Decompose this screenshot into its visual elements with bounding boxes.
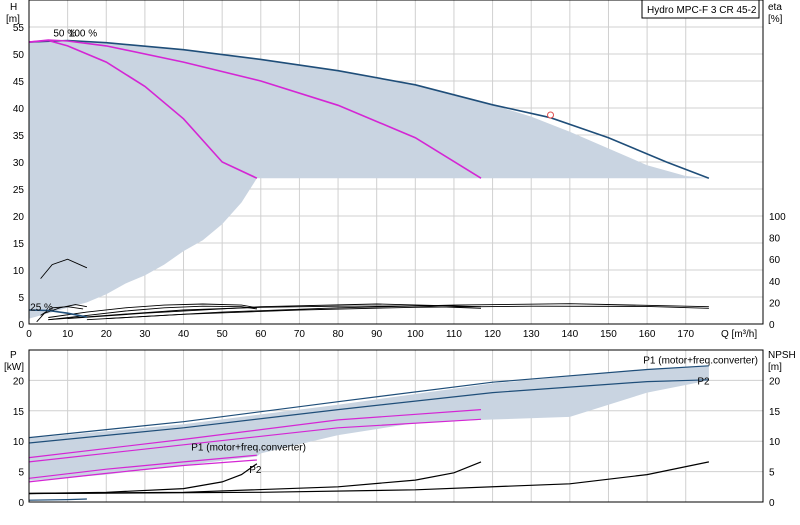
- q-tick-label: 0: [26, 329, 32, 340]
- p-tick-label: 10: [13, 437, 25, 448]
- q-tick-label: 70: [294, 329, 306, 340]
- npsh-tick-label: 10: [769, 437, 781, 448]
- speed-label: 100 %: [69, 29, 97, 40]
- h-tick-label: 20: [13, 212, 25, 223]
- q-tick-label: 150: [600, 329, 617, 340]
- y-axis-label: H: [10, 2, 17, 13]
- eta-tick-label: 40: [769, 277, 781, 288]
- q-tick-label: 20: [101, 329, 113, 340]
- h-tick-label: 5: [18, 293, 24, 304]
- q-tick-label: 40: [178, 329, 190, 340]
- npsh-tick-label: 5: [769, 468, 775, 479]
- chart-title: Hydro MPC-F 3 CR 45-2: [647, 5, 757, 16]
- h-tick-label: 50: [13, 50, 25, 61]
- p-axis-unit: [kW]: [4, 362, 24, 373]
- q-tick-label: 60: [255, 329, 267, 340]
- y-axis-unit: [m]: [6, 14, 20, 25]
- npsh-tick-label: 0: [769, 498, 775, 509]
- chart-canvas: 50 % 100 % 25 % 0 5 10 15 20 25 30 35 40 45 50 55 0 20 4…: [0, 0, 800, 520]
- h-tick-label: 0: [18, 320, 24, 331]
- h-tick-label: 10: [13, 266, 25, 277]
- q-tick-label: 170: [677, 329, 694, 340]
- q-tick-label: 140: [561, 329, 578, 340]
- power-curve-label: P1 (motor+freq.converter): [191, 442, 306, 453]
- p-tick-label: 20: [13, 376, 25, 387]
- y2-axis-unit: [%]: [768, 14, 783, 25]
- q-tick-label: 90: [371, 329, 383, 340]
- h-tick-label: 30: [13, 158, 25, 169]
- h-tick-label: 40: [13, 104, 25, 115]
- x-axis-label: Q [m³/h]: [721, 329, 757, 340]
- pump-curve-chart: 50 %100 %25 % 05101520253035404550550204…: [4, 0, 796, 509]
- eta-tick-label: 0: [769, 320, 775, 331]
- power-curve-label: P2: [249, 465, 262, 476]
- q-tick-label: 110: [446, 329, 462, 340]
- power-curve-label: P1 (motor+freq.converter): [643, 355, 758, 366]
- h-tick-label: 25: [13, 185, 25, 196]
- q-tick-label: 160: [639, 329, 656, 340]
- h-tick-label: 15: [13, 239, 25, 250]
- q-tick-label: 80: [332, 329, 344, 340]
- q-tick-label: 10: [62, 329, 74, 340]
- operating-area: [29, 40, 709, 319]
- q-tick-label: 50: [217, 329, 229, 340]
- q-tick-label: 130: [523, 329, 540, 340]
- top-operating-area: [29, 40, 709, 319]
- power-curve-label: P2: [697, 377, 710, 388]
- eta-tick-label: 20: [769, 298, 781, 309]
- npsh-tick-label: 15: [769, 407, 781, 418]
- eta-tick-label: 60: [769, 255, 781, 266]
- npsh-tick-label: 20: [769, 376, 781, 387]
- h-tick-label: 45: [13, 77, 25, 88]
- eta-tick-label: 100: [769, 212, 786, 223]
- power-area: [29, 366, 709, 481]
- duty-point-marker: [547, 111, 555, 119]
- h-tick-label: 35: [13, 131, 25, 142]
- y2-axis-label: eta: [768, 2, 782, 13]
- power-curve: [28, 498, 87, 501]
- p-tick-label: 5: [18, 468, 24, 479]
- p-tick-label: 0: [18, 498, 24, 509]
- q-tick-label: 30: [139, 329, 151, 340]
- q-tick-label: 100: [407, 329, 424, 340]
- speed-label: 25 %: [30, 303, 53, 314]
- q-tick-label: 120: [484, 329, 501, 340]
- p-axis-label: P: [10, 350, 17, 361]
- p-tick-label: 15: [13, 407, 25, 418]
- eta-curve: [86, 305, 709, 321]
- npsh-axis-unit: [m]: [768, 362, 782, 373]
- npsh-axis-label: NPSH: [768, 350, 796, 361]
- eta-tick-label: 80: [769, 234, 781, 245]
- bottom-power-area: [29, 366, 709, 481]
